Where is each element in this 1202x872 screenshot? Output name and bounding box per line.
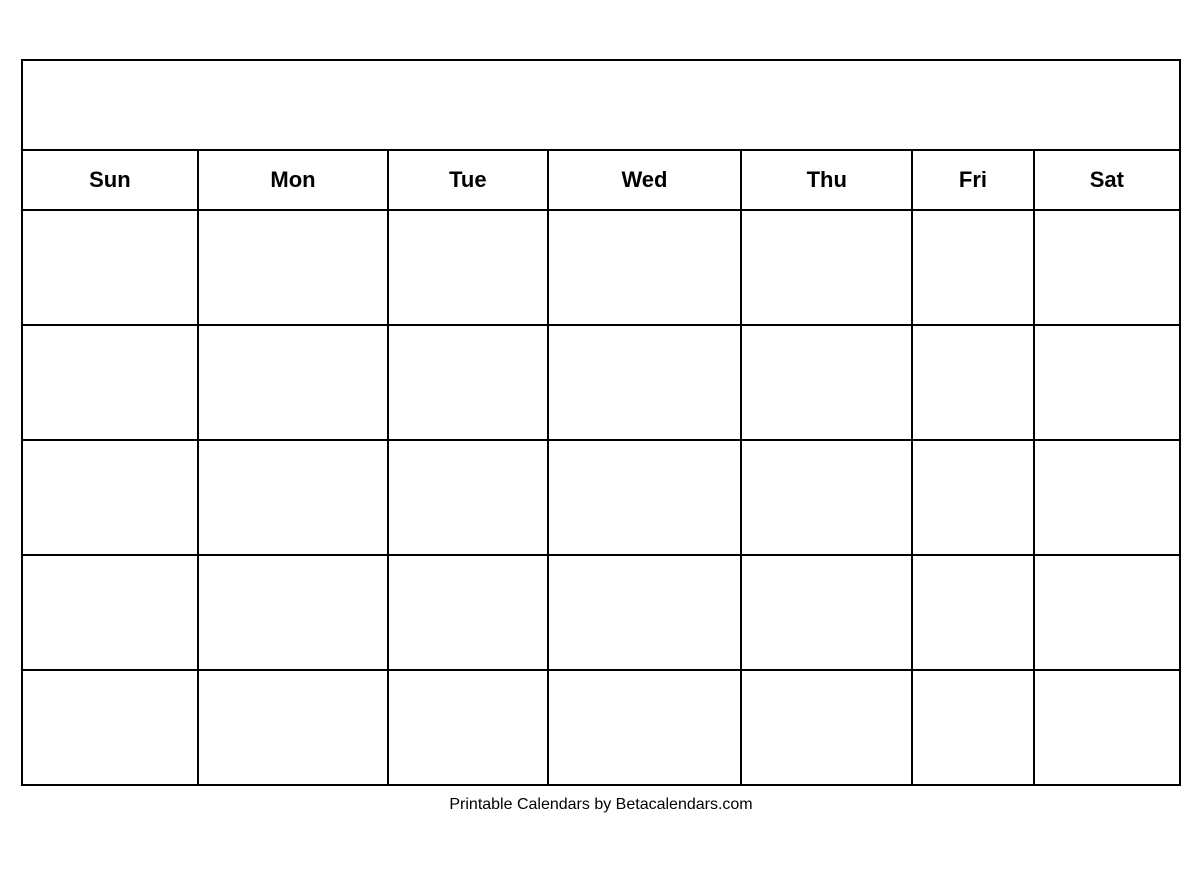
day-cell <box>22 325 198 440</box>
day-cell <box>198 210 388 325</box>
day-cell <box>22 210 198 325</box>
day-cell <box>22 440 198 555</box>
day-cell <box>1034 440 1180 555</box>
day-cell <box>388 325 547 440</box>
day-cell <box>22 670 198 785</box>
day-cell <box>548 325 742 440</box>
day-cell <box>388 440 547 555</box>
day-cell <box>548 670 742 785</box>
calendar-wrapper: Sun Mon Tue Wed Thu Fri Sat <box>21 59 1181 814</box>
day-cell <box>912 440 1034 555</box>
day-cell <box>1034 210 1180 325</box>
day-cell <box>198 555 388 670</box>
day-header-fri: Fri <box>912 150 1034 210</box>
day-header-sat: Sat <box>1034 150 1180 210</box>
week-row-3 <box>22 440 1180 555</box>
day-cell <box>912 325 1034 440</box>
day-cell <box>1034 670 1180 785</box>
day-cell <box>198 440 388 555</box>
day-header-sun: Sun <box>22 150 198 210</box>
day-cell <box>198 325 388 440</box>
day-cell <box>22 555 198 670</box>
day-cell <box>741 210 912 325</box>
calendar-table: Sun Mon Tue Wed Thu Fri Sat <box>21 59 1181 786</box>
day-cell <box>548 555 742 670</box>
day-header-thu: Thu <box>741 150 912 210</box>
day-cell <box>548 210 742 325</box>
day-cell <box>1034 325 1180 440</box>
day-header-tue: Tue <box>388 150 547 210</box>
day-cell <box>198 670 388 785</box>
day-header-mon: Mon <box>198 150 388 210</box>
day-cell <box>741 670 912 785</box>
footer-text: Printable Calendars by Betacalendars.com <box>21 796 1181 814</box>
calendar-title-cell <box>22 60 1180 150</box>
day-cell <box>912 555 1034 670</box>
day-cell <box>912 670 1034 785</box>
day-cell <box>548 440 742 555</box>
day-header-wed: Wed <box>548 150 742 210</box>
day-cell <box>741 555 912 670</box>
week-row-5 <box>22 670 1180 785</box>
week-row-2 <box>22 325 1180 440</box>
title-row <box>22 60 1180 150</box>
day-cell <box>388 555 547 670</box>
day-cell <box>388 210 547 325</box>
header-row: Sun Mon Tue Wed Thu Fri Sat <box>22 150 1180 210</box>
day-cell <box>912 210 1034 325</box>
week-row-4 <box>22 555 1180 670</box>
week-row-1 <box>22 210 1180 325</box>
day-cell <box>1034 555 1180 670</box>
day-cell <box>741 325 912 440</box>
day-cell <box>741 440 912 555</box>
day-cell <box>388 670 547 785</box>
